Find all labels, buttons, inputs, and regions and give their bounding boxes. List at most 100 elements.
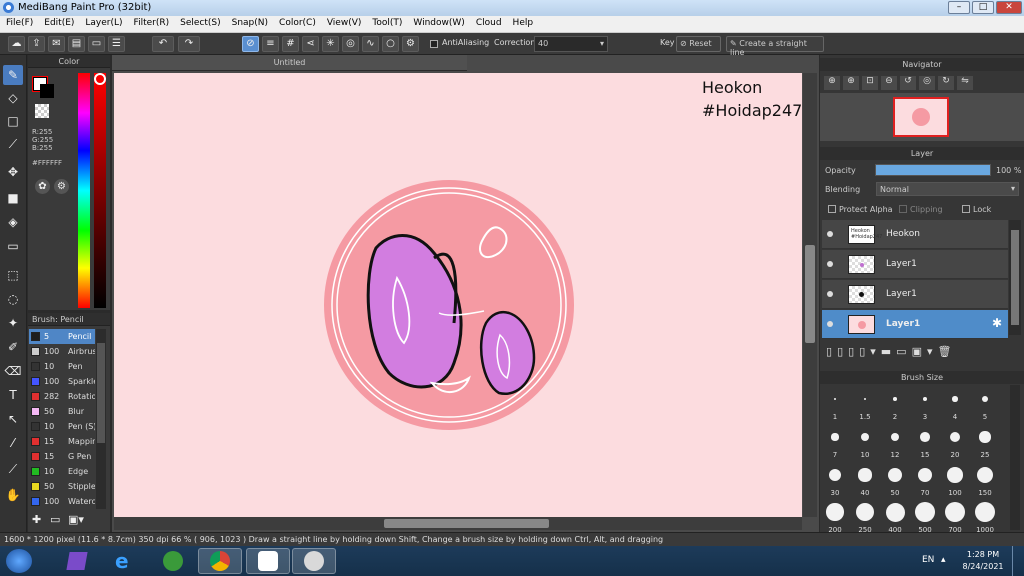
- show-desktop-button[interactable]: [1012, 546, 1024, 576]
- layer-scroll-thumb[interactable]: [1011, 230, 1019, 325]
- gradient-tool-icon[interactable]: ▭: [3, 236, 23, 256]
- layer-row-layer1-c[interactable]: Layer1 ✱: [822, 310, 1008, 339]
- reset-button[interactable]: ⊘ Reset: [676, 36, 721, 52]
- message-icon[interactable]: ▤: [68, 36, 85, 52]
- tray-expand-icon[interactable]: ▴: [941, 555, 946, 565]
- palette-icon[interactable]: ✿: [35, 179, 50, 194]
- brush-size-preset[interactable]: [952, 396, 958, 402]
- saturation-handle[interactable]: [94, 73, 106, 85]
- brush-item[interactable]: 50 Blur: [29, 404, 95, 419]
- rotate-right-icon[interactable]: ↻: [938, 76, 954, 90]
- brush-size-preset[interactable]: [975, 502, 995, 522]
- correction-select[interactable]: 40 ▾: [534, 36, 608, 52]
- brush-item[interactable]: 282 Rotation: [29, 389, 95, 404]
- layer-visibility-icon[interactable]: [827, 231, 833, 237]
- brush-size-preset[interactable]: [979, 431, 991, 443]
- brush-size-preset[interactable]: [831, 433, 839, 441]
- brush-list-scroll-thumb[interactable]: [97, 343, 105, 443]
- layer-visibility-icon[interactable]: [827, 261, 833, 267]
- hue-slider[interactable]: [78, 73, 90, 308]
- protect-alpha-checkbox[interactable]: [828, 205, 836, 213]
- layer-more-icon[interactable]: ▾: [927, 345, 938, 358]
- snap-curve-icon[interactable]: ∿: [362, 36, 379, 52]
- text-tool-icon[interactable]: T: [3, 385, 23, 405]
- straight-line-button[interactable]: ✎ Create a straight line: [726, 36, 824, 57]
- document-icon[interactable]: ▭: [88, 36, 105, 52]
- new-layer-8bit-icon[interactable]: ▯: [837, 345, 848, 358]
- layer-row-layer1-b[interactable]: Layer1: [822, 280, 1008, 309]
- antialiasing-checkbox[interactable]: [430, 40, 438, 48]
- saturation-slider[interactable]: [94, 73, 106, 308]
- folder-icon[interactable]: ▬: [881, 345, 896, 358]
- lasso-tool-icon[interactable]: ◌: [3, 289, 23, 309]
- snap-radial-icon[interactable]: ✳: [322, 36, 339, 52]
- menu-view[interactable]: View(V): [321, 16, 367, 28]
- select-rect-tool-icon[interactable]: ⬚: [3, 265, 23, 285]
- taskbar-coccoc-icon[interactable]: [152, 548, 196, 574]
- layer-visibility-icon[interactable]: [827, 291, 833, 297]
- brush-size-preset[interactable]: [828, 468, 842, 482]
- brush-tool-icon[interactable]: ✎: [3, 65, 23, 85]
- brush-size-preset[interactable]: [834, 398, 836, 400]
- brush-size-preset[interactable]: [981, 395, 989, 403]
- taskbar-paint-icon[interactable]: [292, 548, 336, 574]
- divide-tool-icon[interactable]: ⟋: [3, 459, 23, 479]
- taskbar-visualstudio-icon[interactable]: [56, 548, 100, 574]
- brush-size-preset[interactable]: [861, 433, 869, 441]
- palette-settings-icon[interactable]: ⚙: [54, 179, 69, 194]
- menu-color[interactable]: Color(C): [273, 16, 321, 28]
- eraser-tool-icon[interactable]: ◇: [3, 88, 23, 108]
- move-tool-icon[interactable]: ✥: [3, 162, 23, 182]
- new-brush-icon[interactable]: ▭: [50, 513, 65, 527]
- layer-row-heokon[interactable]: Heokon #Hoidap247 Heokon: [822, 220, 1008, 249]
- layer-visibility-icon[interactable]: [827, 321, 833, 327]
- brush-size-preset[interactable]: [917, 467, 933, 483]
- zoom-in-icon[interactable]: ⊕: [824, 76, 840, 90]
- bucket-tool-icon[interactable]: ◈: [3, 212, 23, 232]
- brush-item[interactable]: 100 Watercolor: [29, 494, 95, 509]
- brush-size-preset[interactable]: [863, 397, 867, 401]
- hand-tool-icon[interactable]: ✋: [3, 485, 23, 505]
- menu-file[interactable]: File(F): [0, 16, 38, 28]
- zoom-out-icon[interactable]: ⊖: [881, 76, 897, 90]
- brush-size-preset[interactable]: [888, 468, 902, 482]
- brush-size-preset[interactable]: [947, 467, 963, 483]
- zoom-icon[interactable]: ⊕: [843, 76, 859, 90]
- layer-settings-icon[interactable]: ✱: [992, 316, 1002, 330]
- navigator-viewport[interactable]: [893, 97, 949, 137]
- brush-size-preset[interactable]: [922, 396, 928, 402]
- menu-layer[interactable]: Layer(L): [79, 16, 127, 28]
- vertical-scrollbar[interactable]: [803, 73, 817, 517]
- comment-icon[interactable]: ✉: [48, 36, 65, 52]
- lock-checkbox[interactable]: [962, 205, 970, 213]
- taskbar-medibang-icon[interactable]: [246, 548, 290, 574]
- brush-item[interactable]: 5 Pencil: [29, 329, 95, 344]
- brush-size-preset[interactable]: [893, 397, 897, 401]
- reset-view-icon[interactable]: ◎: [919, 76, 935, 90]
- menu-cloud[interactable]: Cloud: [470, 16, 507, 28]
- delete-layer-icon[interactable]: 🗑: [938, 345, 957, 358]
- transparent-color-swatch[interactable]: [35, 104, 49, 118]
- share-icon[interactable]: ⇪: [28, 36, 45, 52]
- checklist-icon[interactable]: ☰: [108, 36, 125, 52]
- snap-circle-icon[interactable]: ○: [382, 36, 399, 52]
- brush-settings-icon[interactable]: ▣▾: [68, 513, 90, 527]
- horizontal-scrollbar[interactable]: [114, 517, 802, 530]
- snap-concentric-icon[interactable]: ◎: [342, 36, 359, 52]
- menu-window[interactable]: Window(W): [407, 16, 469, 28]
- select-eraser-tool-icon[interactable]: ⌫: [3, 361, 23, 381]
- menu-help[interactable]: Help: [507, 16, 539, 28]
- brush-size-preset[interactable]: [858, 468, 872, 482]
- minimize-button[interactable]: –: [948, 1, 970, 14]
- duplicate-layer-icon[interactable]: ▭: [896, 345, 911, 358]
- brush-item[interactable]: 10 Pen: [29, 359, 95, 374]
- drawing-canvas[interactable]: Heokon #Hoidap247: [114, 73, 802, 517]
- clock[interactable]: 1:28 PM 8/24/2021: [958, 549, 1008, 573]
- snap-perspective-icon[interactable]: ⋖: [302, 36, 319, 52]
- brush-size-preset[interactable]: [826, 503, 844, 521]
- layer-row-layer1-a[interactable]: Layer1: [822, 250, 1008, 279]
- rotate-left-icon[interactable]: ↺: [900, 76, 916, 90]
- horizontal-scroll-thumb[interactable]: [384, 519, 549, 528]
- magic-wand-tool-icon[interactable]: ✦: [3, 313, 23, 333]
- brush-size-scrollbar[interactable]: [1010, 385, 1020, 530]
